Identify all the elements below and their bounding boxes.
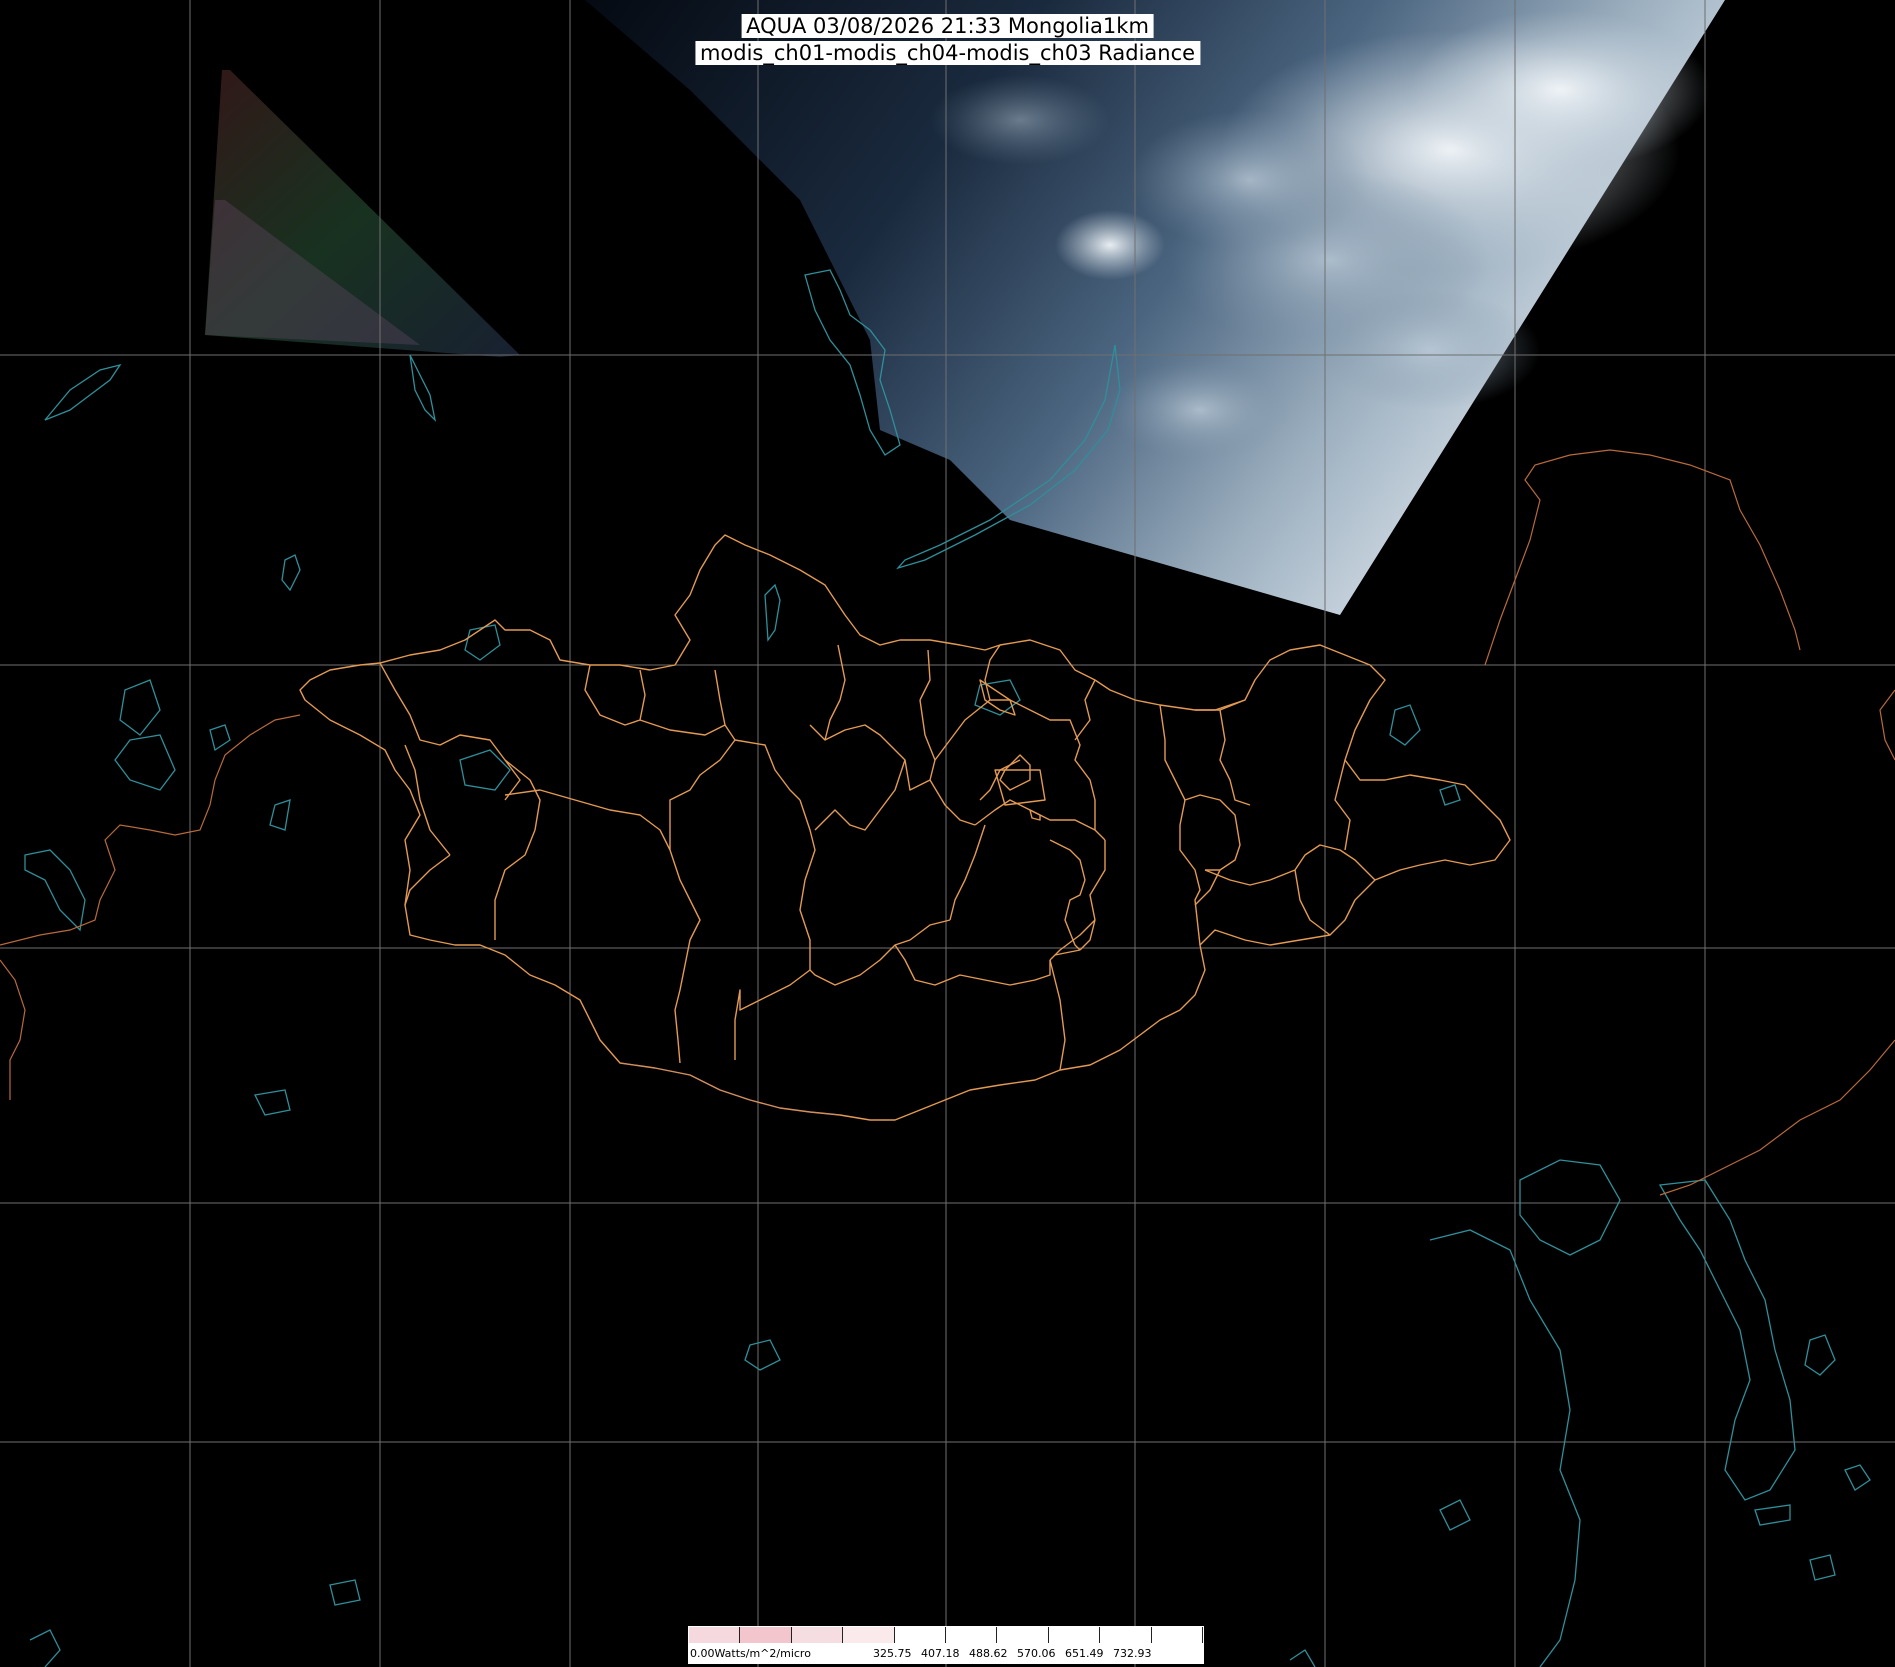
mongolia-china-border (619, 1062, 841, 1116)
colorbar-swatch (1151, 1627, 1204, 1643)
colorbar-label: 325.75 (873, 1647, 912, 1660)
mongolia-outline (299, 534, 1511, 1121)
colorbar-label: 407.18 (921, 1647, 960, 1660)
colorbar-label: 570.06 (1017, 1647, 1056, 1660)
colorbar-label: 651.49 (1065, 1647, 1104, 1660)
colorbar-swatch (946, 1627, 998, 1643)
colorbar-swatch (997, 1627, 1049, 1643)
colorbar-label: 0.00Watts/m^2/micro (690, 1647, 811, 1660)
map-title-line2: modis_ch01-modis_ch04-modis_ch03 Radianc… (694, 41, 1201, 65)
colorbar-swatch (1100, 1627, 1152, 1643)
colorbar-swatch (843, 1627, 895, 1643)
colorbar-swatch (894, 1627, 947, 1643)
map-title-line1: AQUA 03/08/2026 21:33 Mongolia1km (741, 14, 1154, 38)
colorbar-legend: 0.00Watts/m^2/micro 325.75 407.18 488.62… (688, 1626, 1204, 1666)
colorbar-labels: 0.00Watts/m^2/micro 325.75 407.18 488.62… (688, 1644, 1204, 1664)
colorbar-swatch (791, 1627, 844, 1643)
mongolia-admin-boundaries (299, 534, 1511, 1121)
map-canvas (0, 0, 1895, 1667)
coastlines (24, 269, 1871, 1667)
colorbar-label: 732.93 (1113, 1647, 1152, 1660)
satellite-swath (585, 0, 1725, 615)
colorbar-swatch (740, 1627, 792, 1643)
colorbar-swatch (689, 1627, 741, 1643)
colorbar-bar (688, 1626, 1204, 1644)
noisy-swath-fragment (205, 70, 520, 357)
colorbar-swatch (1048, 1627, 1101, 1643)
colorbar-label: 488.62 (969, 1647, 1008, 1660)
